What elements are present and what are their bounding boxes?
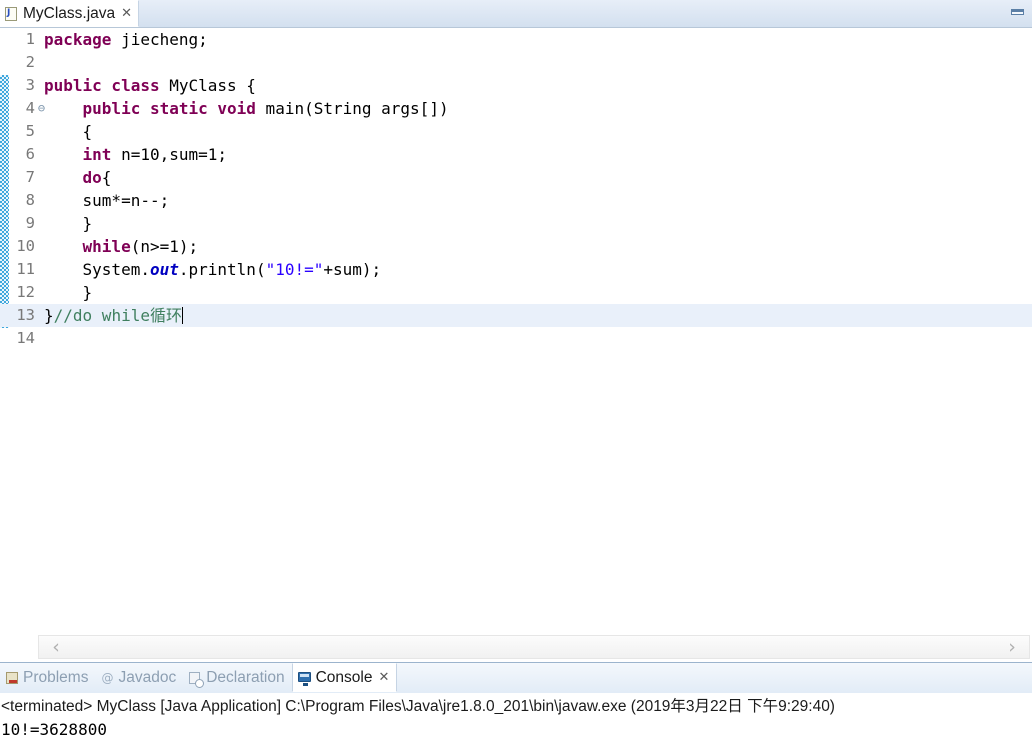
line-number: 2 — [25, 53, 35, 71]
code-line[interactable]: 11 System.out.println("10!="+sum); — [0, 258, 1032, 281]
line-number: 14 — [16, 329, 35, 347]
code-line[interactable]: 9 } — [0, 212, 1032, 235]
code-token-str: "10!=" — [265, 260, 324, 279]
code-token-kw: int — [82, 145, 112, 164]
code-token-plain: +sum); — [323, 260, 382, 279]
line-number: 13 — [16, 306, 35, 324]
editor-tab-myclass-java[interactable]: J MyClass.java ✕ — [0, 0, 140, 27]
code-line[interactable]: 5 { — [0, 120, 1032, 143]
code-line-text: System.out.println("10!="+sum); — [44, 258, 382, 281]
problems-icon — [4, 670, 20, 686]
code-line[interactable]: 4 ⊖ public static void main(String args[]… — [0, 97, 1032, 120]
code-token-plain: .println( — [178, 260, 266, 279]
console-launch-status: <terminated> MyClass [Java Application] … — [1, 698, 835, 715]
code-line-text: sum*=n--; — [44, 189, 170, 212]
code-line[interactable]: 14 — [0, 327, 1032, 350]
code-token-plain: (n>=1); — [130, 237, 199, 256]
code-token-cmt: //do while循环 — [53, 306, 182, 325]
code-line[interactable]: 2 — [0, 51, 1032, 74]
text-caret — [181, 307, 183, 324]
bottom-tab-label: Javadoc — [118, 668, 177, 686]
bottom-tab-strip: Problems @ Javadoc Declaration Console ✕ — [0, 663, 1032, 693]
code-line[interactable]: 1 package jiecheng; — [0, 28, 1032, 51]
restore-icon[interactable] — [1011, 6, 1026, 20]
code-line-text: public static void main(String args[]) — [44, 97, 449, 120]
declaration-icon — [187, 670, 205, 688]
bottom-tab-problems[interactable]: Problems — [0, 663, 95, 692]
console-icon — [297, 670, 313, 686]
scroll-right-icon[interactable]: › — [998, 635, 1026, 659]
code-token-kw: package — [44, 30, 112, 49]
line-number: 7 — [25, 168, 35, 186]
bottom-tab-label: Problems — [23, 668, 89, 686]
code-token-plain: main(String args[]) — [255, 99, 449, 118]
bottom-tab-label: Declaration — [206, 668, 285, 686]
line-number: 9 — [25, 214, 35, 232]
code-token-plain: jiecheng; — [111, 30, 208, 49]
code-line[interactable]: 3 public class MyClass { — [0, 74, 1032, 97]
bottom-tab-declaration[interactable]: Declaration — [183, 663, 291, 692]
bottom-tab-label: Console — [315, 668, 373, 686]
line-number: 8 — [25, 191, 35, 209]
scroll-left-icon[interactable]: ‹ — [42, 635, 70, 659]
code-token-plain: n=10,sum=1; — [111, 145, 228, 164]
editor-tab-label: MyClass.java — [23, 4, 116, 22]
code-line-text: package jiecheng; — [44, 28, 208, 51]
close-icon[interactable]: ✕ — [121, 7, 132, 20]
code-token-plain: { — [101, 168, 112, 187]
code-line-text: int n=10,sum=1; — [44, 143, 228, 166]
line-number: 11 — [16, 260, 35, 278]
editor-tab-strip: J MyClass.java ✕ — [0, 0, 1032, 28]
code-line[interactable]: 13}//do while循环 — [0, 304, 1032, 327]
code-line-text: do{ — [44, 166, 112, 189]
line-number: 6 — [25, 145, 35, 163]
code-editor[interactable]: 1 package jiecheng; 2 3 public class MyClass… — [0, 27, 1032, 635]
code-line-text: public class MyClass { — [44, 74, 256, 97]
line-number: 5 — [25, 122, 35, 140]
scrollbar-track[interactable] — [38, 635, 1030, 659]
line-number: 12 — [16, 283, 35, 301]
code-token-plain: { — [82, 122, 93, 141]
line-number: 4 — [25, 99, 35, 117]
console-program-output: 10!=3628800 — [1, 720, 107, 739]
code-token-plain: MyClass { — [159, 76, 256, 95]
code-line-text: }//do while循环 — [44, 304, 183, 327]
bottom-view-stack: Problems @ Javadoc Declaration Console ✕ <ter… — [0, 662, 1032, 756]
javadoc-icon: @ — [101, 670, 114, 685]
code-line-text: } — [44, 281, 93, 304]
code-line[interactable]: 7 do{ — [0, 166, 1032, 189]
java-file-icon: J — [4, 6, 20, 22]
code-line[interactable]: 10 while(n>=1); — [0, 235, 1032, 258]
code-token-fld: out — [149, 260, 179, 279]
code-token-plain: } — [82, 283, 93, 302]
console-output-area[interactable]: <terminated> MyClass [Java Application] … — [0, 693, 1032, 756]
editor-horizontal-scrollbar[interactable]: ‹ › — [0, 634, 1032, 662]
code-token-plain: sum*=n--; — [82, 191, 170, 210]
code-lines-container[interactable]: 1 package jiecheng; 2 3 public class MyClass… — [0, 28, 1032, 635]
editor-tab-strip-filler — [139, 0, 1032, 27]
code-line[interactable]: 8 sum*=n--; — [0, 189, 1032, 212]
code-token-kw: do — [82, 168, 102, 187]
code-token-plain: } — [44, 306, 54, 325]
code-token-plain: } — [82, 214, 93, 233]
code-token-kw: while — [82, 237, 131, 256]
line-number: 3 — [25, 76, 35, 94]
code-line-text: { — [44, 120, 93, 143]
code-line[interactable]: 12 } — [0, 281, 1032, 304]
code-token-plain: System. — [82, 260, 150, 279]
code-line[interactable]: 6 int n=10,sum=1; — [0, 143, 1032, 166]
code-line-text: while(n>=1); — [44, 235, 199, 258]
line-number: 1 — [25, 30, 35, 48]
code-token-kw: public class — [44, 76, 160, 95]
bottom-tab-javadoc[interactable]: @ Javadoc — [95, 663, 183, 692]
bottom-tab-console[interactable]: Console ✕ — [291, 663, 398, 692]
close-icon[interactable]: ✕ — [378, 671, 389, 684]
code-token-kw: public static void — [82, 99, 256, 118]
code-line-text: } — [44, 212, 93, 235]
line-number: 10 — [16, 237, 35, 255]
